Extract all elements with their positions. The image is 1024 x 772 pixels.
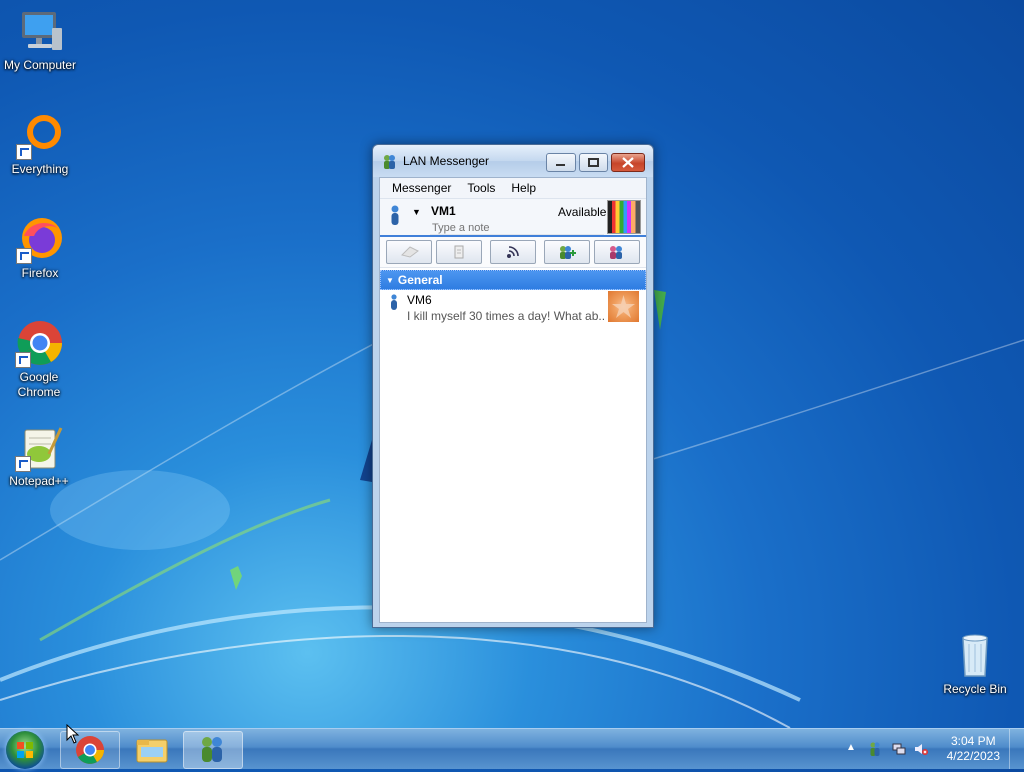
eraser-icon bbox=[401, 246, 419, 258]
notepad-plus-plus-icon bbox=[15, 424, 63, 472]
clock[interactable]: 3:04 PM 4/22/2023 bbox=[947, 734, 1000, 764]
contact-name: VM6 bbox=[407, 293, 432, 307]
minimize-icon bbox=[556, 164, 565, 166]
taskbar-explorer-button[interactable] bbox=[122, 731, 182, 769]
show-desktop-button[interactable] bbox=[1009, 729, 1024, 769]
contacts-toolbar bbox=[380, 237, 646, 268]
window-client-area: Messenger Tools Help ▼ VM1 Available Typ… bbox=[379, 177, 647, 623]
explorer-icon bbox=[136, 739, 168, 763]
starfish-image-icon bbox=[612, 295, 635, 318]
start-button[interactable] bbox=[6, 731, 44, 769]
contact-settings-button[interactable] bbox=[594, 240, 640, 264]
desktop-icon-label: Firefox bbox=[21, 266, 59, 280]
contact-avatar-image bbox=[608, 291, 639, 322]
chrome-icon bbox=[15, 320, 63, 368]
desktop-icon-firefox[interactable]: Firefox bbox=[0, 216, 80, 281]
presence-status[interactable]: Available bbox=[558, 205, 606, 219]
lan-messenger-tray-icon[interactable] bbox=[868, 742, 882, 756]
desktop-icon-google-chrome[interactable]: Google Chrome bbox=[0, 320, 79, 400]
shortcut-arrow-icon bbox=[16, 248, 32, 264]
collapse-arrow-icon[interactable]: ▼ bbox=[386, 276, 394, 285]
desktop-icon-label: Recycle Bin bbox=[943, 682, 1007, 696]
menu-messenger[interactable]: Messenger bbox=[384, 181, 459, 195]
maximize-icon bbox=[588, 158, 599, 167]
add-contact-button[interactable] bbox=[544, 240, 590, 264]
desktop-icon-everything[interactable]: Everything bbox=[0, 112, 80, 177]
menu-tools[interactable]: Tools bbox=[459, 181, 503, 195]
user-status-icon[interactable] bbox=[388, 205, 402, 225]
desktop-icon-label: Everything bbox=[11, 162, 69, 176]
shortcut-arrow-icon bbox=[15, 352, 31, 368]
close-button[interactable] bbox=[611, 153, 645, 172]
taskbar: ▲ 3:04 PM 4/22/2023 bbox=[0, 728, 1024, 769]
menu-bar: Messenger Tools Help bbox=[380, 178, 646, 199]
close-icon bbox=[622, 157, 634, 168]
firefox-icon bbox=[16, 216, 64, 264]
add-contact-icon bbox=[560, 246, 576, 259]
lan-messenger-icon bbox=[202, 737, 222, 762]
windows-logo-icon bbox=[17, 742, 33, 758]
recycle-bin-icon bbox=[951, 632, 999, 680]
send-file-button[interactable] bbox=[436, 240, 482, 264]
desktop-icon-recycle-bin[interactable]: Recycle Bin bbox=[935, 632, 1015, 697]
volume-muted-icon[interactable] bbox=[914, 742, 928, 756]
contact-item-vm6[interactable]: VM6 I kill myself 30 times a day! What a… bbox=[380, 290, 646, 326]
lan-messenger-window: LAN Messenger Messenger Tools Help ▼ VM1… bbox=[372, 144, 654, 628]
desktop-icon-label: Notepad++ bbox=[9, 474, 69, 488]
computer-icon bbox=[16, 8, 64, 56]
shortcut-arrow-icon bbox=[16, 144, 32, 160]
menu-help[interactable]: Help bbox=[503, 181, 544, 195]
clock-time: 3:04 PM bbox=[950, 734, 996, 748]
contact-status-icon bbox=[391, 294, 397, 310]
maximize-button[interactable] bbox=[579, 153, 608, 172]
file-transfer-icon bbox=[454, 245, 464, 259]
network-icon[interactable] bbox=[892, 742, 906, 756]
lan-messenger-icon bbox=[384, 155, 395, 169]
desktop-icon-label: Google Chrome bbox=[17, 370, 61, 399]
user-avatar-image[interactable] bbox=[607, 200, 641, 234]
window-title: LAN Messenger bbox=[403, 154, 490, 168]
shortcut-arrow-icon bbox=[15, 456, 31, 472]
status-dropdown-icon[interactable]: ▼ bbox=[412, 207, 421, 217]
desktop-icon-label: My Computer bbox=[3, 58, 77, 72]
title-bar[interactable]: LAN Messenger bbox=[373, 145, 653, 177]
user-status-panel: ▼ VM1 Available bbox=[380, 199, 646, 235]
contact-group-general[interactable]: ▼ General bbox=[380, 270, 646, 290]
taskbar-lan-messenger-button[interactable] bbox=[183, 731, 243, 769]
minimize-button[interactable] bbox=[546, 153, 576, 172]
note-input[interactable] bbox=[430, 221, 604, 235]
desktop-icon-notepad-plus-plus[interactable]: Notepad++ bbox=[0, 424, 79, 489]
group-name: General bbox=[397, 273, 443, 287]
clear-button[interactable] bbox=[386, 240, 432, 264]
everything-search-icon bbox=[16, 112, 64, 160]
clock-date: 4/22/2023 bbox=[946, 749, 1000, 763]
contact-status-message: I kill myself 30 times a day! What ab... bbox=[407, 309, 605, 323]
system-tray: ▲ 3:04 PM 4/22/2023 bbox=[824, 729, 1024, 769]
mouse-cursor-icon bbox=[66, 724, 80, 744]
broadcast-icon bbox=[507, 246, 519, 258]
broadcast-button[interactable] bbox=[490, 240, 536, 264]
desktop-icon-my-computer[interactable]: My Computer bbox=[0, 8, 80, 73]
user-name: VM1 bbox=[431, 204, 456, 218]
settings-contact-icon bbox=[610, 246, 622, 259]
show-hidden-icons-icon[interactable]: ▲ bbox=[846, 742, 856, 753]
